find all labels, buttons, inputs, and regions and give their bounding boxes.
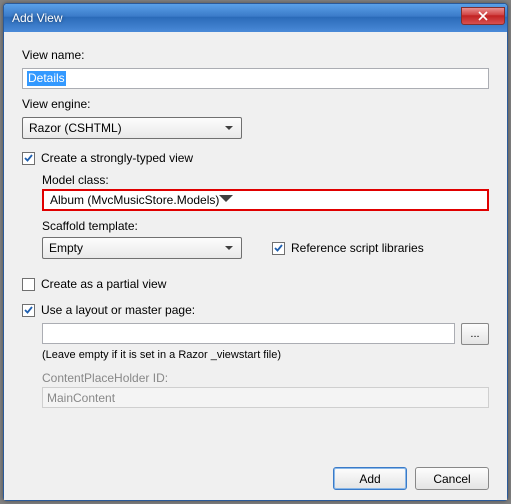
dialog-content: View name: Details View engine: Razor (C… [4, 32, 507, 500]
scaffold-template-combo[interactable]: Empty [42, 237, 242, 259]
chevron-down-icon [221, 238, 237, 258]
window-title: Add View [12, 11, 461, 25]
scaffold-template-label: Scaffold template: [42, 219, 489, 233]
close-icon [478, 11, 488, 21]
layout-group: ... (Leave empty if it is set in a Razor… [42, 321, 489, 408]
cph-label: ContentPlaceHolder ID: [42, 371, 489, 385]
use-layout-row[interactable]: Use a layout or master page: [22, 303, 489, 317]
strongly-typed-label: Create a strongly-typed view [41, 151, 193, 165]
dialog-buttons: Add Cancel [22, 457, 489, 490]
layout-hint: (Leave empty if it is set in a Razor _vi… [42, 349, 489, 361]
partial-view-row[interactable]: Create as a partial view [22, 277, 489, 291]
cancel-button-label: Cancel [433, 472, 470, 486]
cancel-button[interactable]: Cancel [415, 467, 489, 490]
add-button[interactable]: Add [333, 467, 407, 490]
view-name-label: View name: [22, 48, 489, 62]
use-layout-checkbox[interactable] [22, 304, 35, 317]
chevron-down-icon [219, 193, 233, 207]
strongly-typed-group: Model class: Album (MvcMusicStore.Models… [42, 169, 489, 259]
view-name-input[interactable]: Details [22, 68, 489, 89]
view-engine-label: View engine: [22, 97, 489, 111]
chevron-down-icon [221, 118, 237, 138]
reference-scripts-label: Reference script libraries [291, 241, 424, 255]
view-engine-combo[interactable]: Razor (CSHTML) [22, 117, 242, 139]
view-engine-value: Razor (CSHTML) [29, 121, 221, 135]
strongly-typed-checkbox[interactable] [22, 152, 35, 165]
use-layout-label: Use a layout or master page: [41, 303, 195, 317]
titlebar[interactable]: Add View [4, 4, 507, 32]
add-button-label: Add [359, 472, 380, 486]
model-class-value: Album (MvcMusicStore.Models) [50, 193, 219, 207]
partial-view-label: Create as a partial view [41, 277, 166, 291]
reference-scripts-checkbox[interactable] [272, 242, 285, 255]
scaffold-template-value: Empty [49, 241, 221, 255]
dialog-window: Add View View name: Details View engine:… [3, 3, 508, 501]
partial-view-checkbox[interactable] [22, 278, 35, 291]
strongly-typed-row[interactable]: Create a strongly-typed view [22, 151, 489, 165]
model-class-combo[interactable]: Album (MvcMusicStore.Models) [42, 189, 489, 211]
browse-button[interactable]: ... [461, 323, 489, 345]
view-name-selection: Details [27, 71, 66, 86]
reference-scripts-row[interactable]: Reference script libraries [272, 241, 424, 255]
close-button[interactable] [461, 7, 505, 25]
layout-path-input[interactable] [42, 323, 455, 344]
cph-input [42, 387, 489, 408]
model-class-label: Model class: [42, 173, 489, 187]
ellipsis-icon: ... [470, 328, 479, 340]
